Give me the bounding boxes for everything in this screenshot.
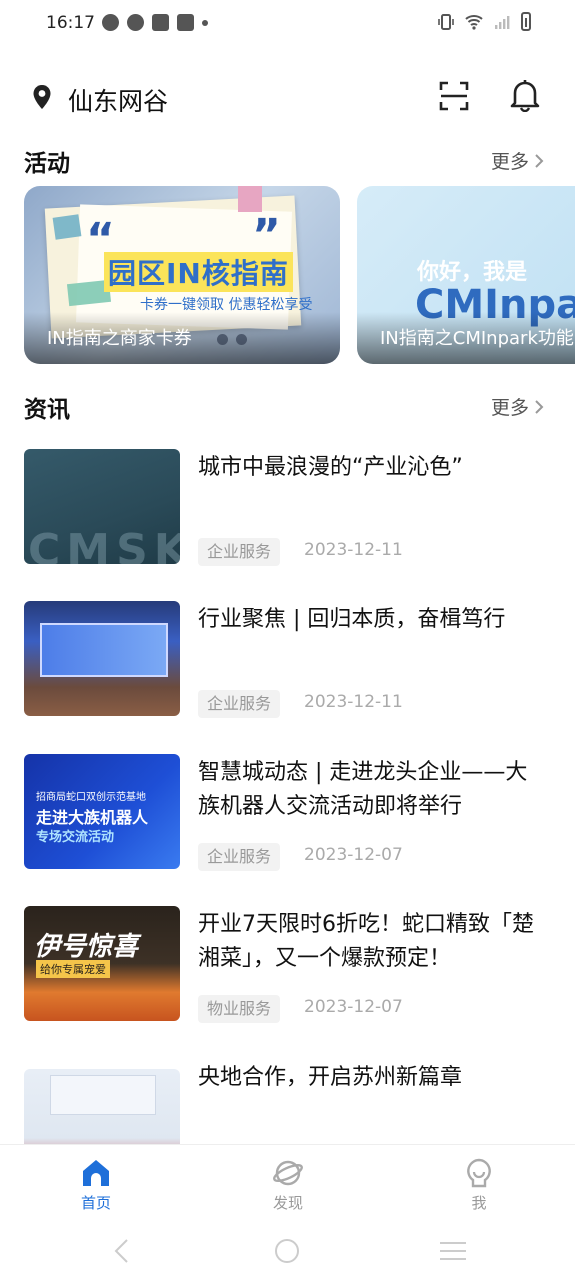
signal-icon <box>495 15 510 29</box>
tab-label: 我 <box>471 1194 487 1212</box>
activity-card[interactable]: “ ” 园区IN核指南 卡券一键领取 优惠轻松享受 IN指南之商家卡券 <box>24 186 340 364</box>
thumb-text: 走进大族机器人 <box>36 808 149 827</box>
bottom-tab-bar: 首页 发现 我 <box>0 1144 575 1225</box>
news-item[interactable]: 伊号惊喜 给你专属宠爱 开业7天限时6折吃！蛇口精致「楚湘菜」，又一个爆款预定！… <box>0 906 575 1024</box>
news-tag: 企业服务 <box>198 690 281 718</box>
activity-card-caption: IN指南之CMInpark功能 <box>380 328 574 349</box>
news-date: 2023-12-11 <box>304 692 403 712</box>
home-icon <box>83 1160 109 1186</box>
news-thumbnail: CMSK <box>24 449 180 564</box>
tab-home[interactable]: 首页 <box>36 1145 156 1225</box>
planet-icon <box>273 1160 303 1186</box>
header: 仙东网谷 <box>0 70 575 126</box>
notification-icons <box>102 14 208 31</box>
system-icons <box>437 12 531 31</box>
location-pin-icon[interactable] <box>32 84 52 110</box>
thumb-screen-graphic <box>40 623 168 677</box>
news-title: 央地合作，开启苏州新篇章 <box>198 1065 463 1090</box>
tab-label: 首页 <box>80 1194 111 1212</box>
news-more-link[interactable]: 更多 <box>491 393 545 420</box>
news-item[interactable]: 行业聚焦 | 回归本质，奋楫笃行 企业服务 2023-12-11 <box>0 601 575 719</box>
tab-profile[interactable]: 我 <box>419 1145 539 1225</box>
news-more-label: 更多 <box>490 397 529 419</box>
battery-icon <box>521 12 531 31</box>
location-name[interactable]: 仙东网谷 <box>68 82 168 118</box>
news-item[interactable]: 央地合作，开启苏州新篇章 <box>0 1059 575 1144</box>
news-tag: 物业服务 <box>198 995 281 1023</box>
tape-decoration <box>238 186 262 212</box>
tab-discover[interactable]: 发现 <box>228 1145 348 1225</box>
activity-more-link[interactable]: 更多 <box>491 147 545 174</box>
card-headline: 园区IN核指南 <box>104 252 293 292</box>
news-thumbnail <box>24 1069 180 1144</box>
bell-icon[interactable] <box>509 78 541 112</box>
activity-section-title: 活动 <box>24 151 70 177</box>
thumb-text: 招商局蛇口双创示范基地 <box>36 792 146 803</box>
settings-notification-icon <box>102 14 119 31</box>
news-date: 2023-12-07 <box>304 845 403 865</box>
tab-label: 发现 <box>272 1194 303 1212</box>
status-bar: 16:17 <box>0 0 575 48</box>
thumb-text: 专场交流活动 <box>36 830 115 845</box>
mail-notification-icon-2 <box>177 14 194 31</box>
profile-icon <box>467 1158 491 1188</box>
home-circle-icon[interactable] <box>274 1238 300 1264</box>
news-title: 智慧城动态 | 走进龙头企业——大族机器人交流活动即将举行 <box>198 760 528 819</box>
card-subtext: 卡券一键领取 优惠轻松享受 <box>140 297 313 313</box>
thumb-banner-graphic <box>50 1075 156 1115</box>
thumb-text: 给你专属宠爱 <box>36 960 110 978</box>
system-nav-bar <box>0 1224 575 1280</box>
app-notification-icon <box>127 14 144 31</box>
thumb-watermark: CMSK <box>28 525 180 564</box>
news-title: 城市中最浪漫的“产业沁色” <box>198 455 463 480</box>
activity-more-label: 更多 <box>490 151 529 173</box>
tape-decoration <box>52 214 82 240</box>
news-section-title: 资讯 <box>24 397 70 423</box>
back-icon[interactable] <box>112 1238 132 1264</box>
news-title: 开业7天限时6折吃！蛇口精致「楚湘菜」，又一个爆款预定！ <box>198 912 534 971</box>
news-tag: 企业服务 <box>198 843 281 871</box>
news-thumbnail <box>24 601 180 716</box>
news-thumbnail: 伊号惊喜 给你专属宠爱 <box>24 906 180 1021</box>
chevron-right-icon <box>535 153 544 168</box>
news-thumbnail: 招商局蛇口双创示范基地 走进大族机器人 专场交流活动 <box>24 754 180 869</box>
activity-card-caption: IN指南之商家卡券 <box>47 328 192 349</box>
news-title: 行业聚焦 | 回归本质，奋楫笃行 <box>198 607 506 632</box>
thumb-text: 伊号惊喜 <box>34 932 139 962</box>
mail-notification-icon <box>152 14 169 31</box>
recent-apps-icon[interactable] <box>438 1240 468 1262</box>
chevron-right-icon <box>535 399 544 414</box>
carousel-dots <box>217 334 247 345</box>
activity-card[interactable]: 你好，我是 CMInpark IN指南之CMInpark功能 <box>357 186 575 364</box>
scan-icon[interactable] <box>438 80 470 112</box>
status-time: 16:17 <box>46 13 95 33</box>
news-tag: 企业服务 <box>198 538 281 566</box>
news-item[interactable]: CMSK 城市中最浪漫的“产业沁色” 企业服务 2023-12-11 <box>0 449 575 567</box>
news-date: 2023-12-07 <box>304 997 403 1017</box>
news-date: 2023-12-11 <box>304 540 403 560</box>
more-notifications-icon <box>202 19 208 26</box>
wifi-icon <box>465 14 483 30</box>
news-item[interactable]: 招商局蛇口双创示范基地 走进大族机器人 专场交流活动 智慧城动态 | 走进龙头企… <box>0 754 575 872</box>
vibrate-icon <box>438 13 454 30</box>
